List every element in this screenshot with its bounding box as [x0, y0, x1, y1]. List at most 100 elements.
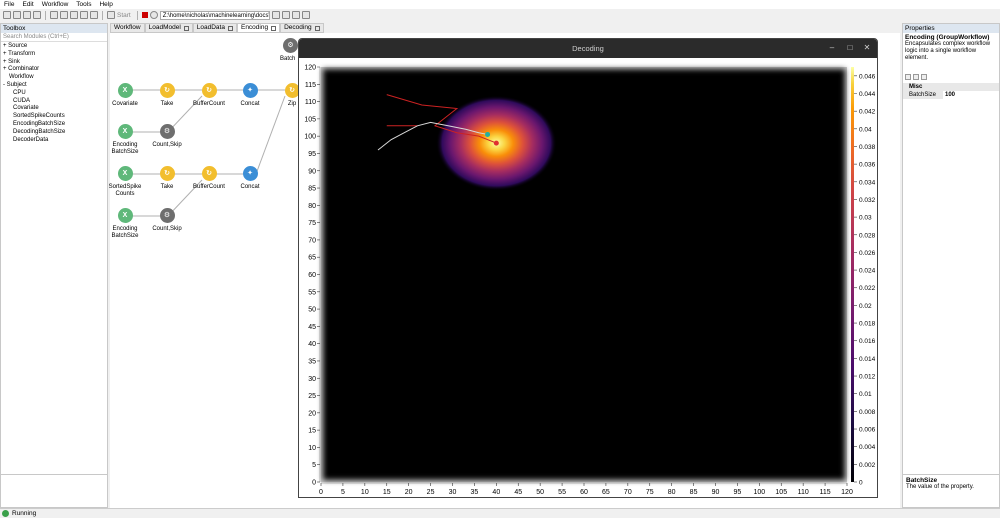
paste-icon[interactable]	[70, 11, 78, 19]
new-file-icon[interactable]	[3, 11, 11, 19]
start-button[interactable]: Start	[117, 12, 131, 19]
y-tick-label: 70	[308, 237, 316, 244]
property-grid-toolbar	[903, 74, 999, 83]
menu-file[interactable]: File	[0, 1, 18, 8]
tab-close-icon[interactable]	[271, 25, 277, 31]
decoding-window[interactable]: Decoding – □ ✕ 0 5 10 15 20 25 30 35 40 …	[298, 38, 878, 498]
stop-icon[interactable]	[141, 12, 148, 18]
tree-category-combinator[interactable]: + Combinator	[3, 66, 107, 74]
node-count-skip[interactable]: ⚙ Count,Skip	[137, 208, 197, 233]
tree-category-sink[interactable]: + Sink	[3, 59, 107, 67]
x-tick-label: 80	[668, 489, 676, 496]
copy-icon[interactable]	[60, 11, 68, 19]
x-tick-label: 75	[646, 489, 654, 496]
tab-close-icon[interactable]	[227, 25, 233, 31]
take-icon: ↻	[159, 83, 175, 98]
node-concat[interactable]: ✦ Concat	[220, 166, 280, 191]
tab-encoding[interactable]: Encoding	[236, 23, 281, 33]
property-pages-icon[interactable]	[921, 74, 927, 80]
y-tick-label: 55	[308, 289, 316, 296]
restart-icon[interactable]	[149, 11, 158, 19]
x-tick-label: 15	[383, 489, 391, 496]
y-tick-label: 15	[308, 428, 316, 435]
y-tick-label: 5	[312, 462, 316, 469]
tree-item-covariate[interactable]: Covariate	[3, 105, 107, 113]
node-label: Count,Skip	[152, 142, 182, 148]
tree-category-workflow[interactable]: Workflow	[3, 74, 107, 82]
toolbox-search-input[interactable]: Search Modules (Ctrl+E)	[1, 33, 107, 42]
colorbar-tick-label: 0.03	[859, 215, 872, 222]
tree-category-subject[interactable]: - Subject	[3, 82, 107, 90]
tree-category-transform[interactable]: + Transform	[3, 51, 107, 59]
x-tick-label: 95	[734, 489, 742, 496]
image-icon[interactable]	[281, 11, 290, 19]
tree-item-cpu[interactable]: CPU	[3, 90, 107, 98]
tab-close-icon[interactable]	[183, 25, 189, 31]
node-batch[interactable]: ⚙ Batch	[262, 38, 298, 63]
sort-alpha-icon[interactable]	[913, 74, 919, 80]
menu-tools[interactable]: Tools	[72, 1, 95, 8]
open-file-icon[interactable]	[13, 11, 21, 19]
y-tick-label: 95	[308, 151, 316, 158]
node-count-skip[interactable]: ⚙ Count,Skip	[137, 124, 197, 149]
y-tick-label: 100	[304, 134, 316, 141]
property-help-text: The value of the property.	[906, 484, 974, 490]
window-titlebar[interactable]: Decoding – □ ✕	[299, 39, 877, 58]
tab-workflow[interactable]: Workflow	[110, 23, 145, 33]
gear-icon: ⚙	[283, 38, 298, 53]
menu-workflow[interactable]: Workflow	[38, 1, 73, 8]
colorbar-tick-label: 0.01	[859, 391, 872, 398]
x-axis: 0 5 10 15 20 25 30 35 40 45 50 55 60 65 70 75 80 85 90 95 10…	[319, 482, 853, 496]
tab-loadmodel[interactable]: LoadModel	[144, 23, 193, 33]
property-section-misc[interactable]: Misc	[903, 83, 999, 91]
menu-help[interactable]: Help	[95, 1, 116, 8]
x-tick-label: 0	[319, 489, 323, 496]
property-row-batchsize[interactable]: BatchSize 100	[903, 91, 999, 99]
tab-decoding[interactable]: Decoding	[280, 23, 324, 33]
status-label: Running	[12, 510, 37, 517]
toolbar-separator	[102, 10, 103, 20]
property-value-input[interactable]: 100	[943, 91, 999, 99]
x-tick-label: 20	[405, 489, 413, 496]
tab-close-icon[interactable]	[314, 25, 320, 31]
take-icon: ↻	[159, 166, 175, 181]
y-tick-label: 0	[312, 480, 316, 487]
properties-heading: Encoding (GroupWorkflow)	[905, 34, 990, 41]
colorbar-tick-label: 0.028	[859, 232, 876, 239]
tree-item-decodingbatchsize[interactable]: DecodingBatchSize	[3, 129, 107, 137]
x-tick-label: 70	[624, 489, 632, 496]
node-label: Count,Skip	[152, 226, 182, 232]
categorized-icon[interactable]	[905, 74, 911, 80]
cut-icon[interactable]	[50, 11, 58, 19]
redo-icon[interactable]	[90, 11, 98, 19]
heatmap-area	[321, 67, 847, 482]
save-icon[interactable]	[23, 11, 31, 19]
close-icon[interactable]: ✕	[862, 43, 872, 52]
browse-folder-icon[interactable]	[271, 11, 280, 19]
x-tick-label: 55	[558, 489, 566, 496]
y-tick-label: 10	[308, 445, 316, 452]
y-tick-label: 110	[305, 99, 316, 106]
tree-item-decoderdata[interactable]: DecoderData	[3, 137, 107, 145]
save-as-icon[interactable]	[33, 11, 41, 19]
grid-icon[interactable]	[291, 11, 300, 19]
tab-loaddata[interactable]: LoadData	[192, 23, 237, 33]
tree-item-sortedspikecounts[interactable]: SortedSpikeCounts	[3, 113, 107, 121]
tree-item-encodingbatchsize[interactable]: EncodingBatchSize	[3, 121, 107, 129]
colorbar-tick-label: 0.034	[859, 179, 876, 186]
tree-category-source[interactable]: + Source	[3, 43, 107, 51]
menu-edit[interactable]: Edit	[18, 1, 37, 8]
node-label: Batch	[280, 56, 296, 62]
undo-icon[interactable]	[80, 11, 88, 19]
maximize-icon[interactable]: □	[845, 43, 855, 52]
y-tick-label: 45	[308, 324, 316, 331]
workflow-path-input[interactable]: Z:\home\nicholas\machinelearning\docs\	[159, 10, 270, 20]
x-tick-label: 110	[798, 489, 809, 496]
x-tick-label: 90	[712, 489, 720, 496]
help-icon[interactable]	[301, 11, 310, 19]
gear-icon: ⚙	[159, 208, 175, 223]
minimize-icon[interactable]: –	[827, 43, 837, 52]
tree-item-cuda[interactable]: CUDA	[3, 98, 107, 106]
start-icon[interactable]	[107, 11, 115, 19]
y-tick-label: 120	[304, 65, 316, 72]
